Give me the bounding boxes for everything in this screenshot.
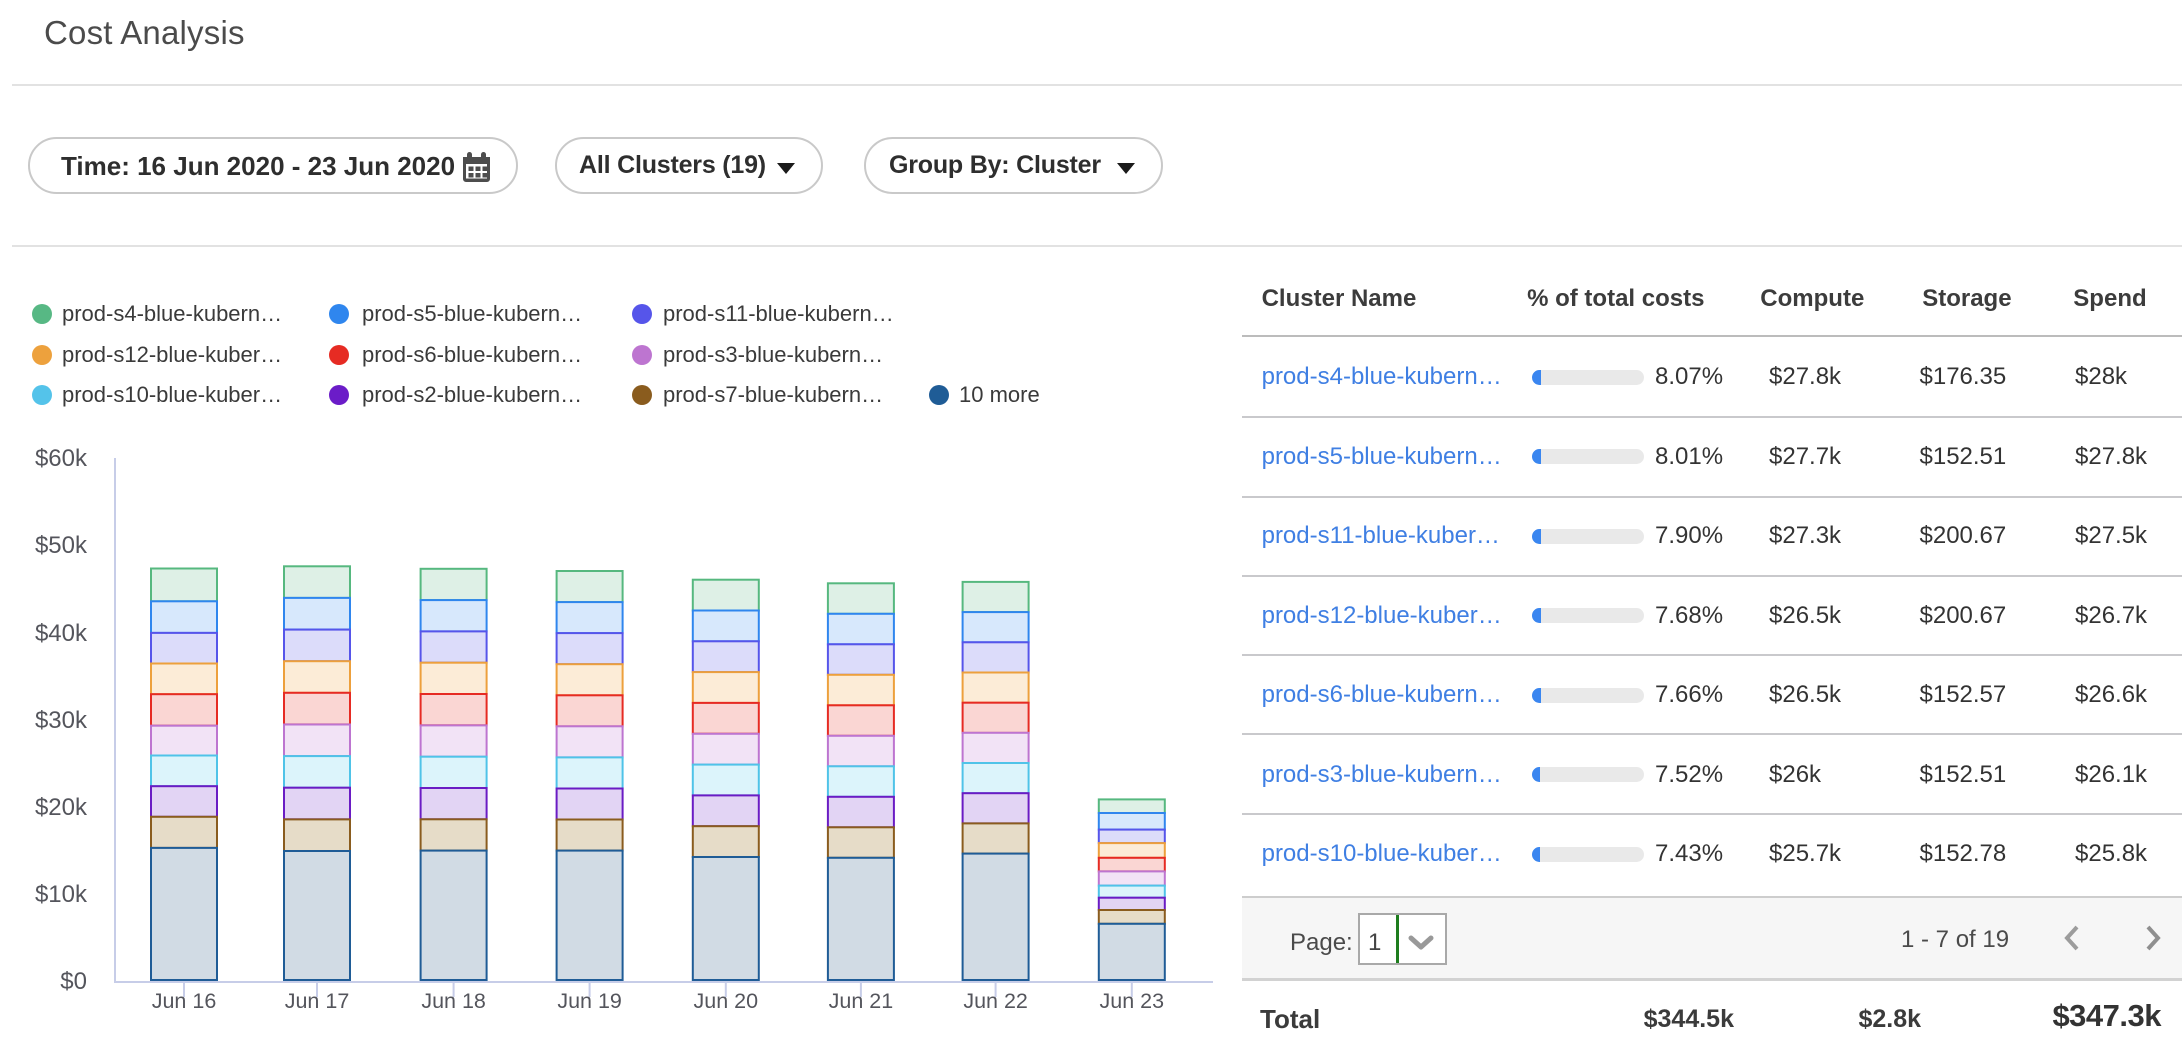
svg-text:$60k: $60k (35, 445, 88, 472)
svg-text:Jun 19: Jun 19 (557, 989, 622, 1013)
svg-text:$50k: $50k (35, 532, 88, 559)
svg-text:Jun 23: Jun 23 (1100, 989, 1165, 1013)
svg-text:Jun 18: Jun 18 (421, 989, 486, 1013)
svg-text:$0: $0 (60, 968, 87, 995)
svg-text:Jun 22: Jun 22 (963, 989, 1028, 1013)
svg-text:$30k: $30k (35, 707, 88, 734)
svg-text:Jun 20: Jun 20 (694, 989, 759, 1013)
svg-text:$20k: $20k (35, 794, 88, 821)
svg-text:$40k: $40k (35, 620, 88, 647)
svg-text:$10k: $10k (35, 881, 88, 908)
svg-text:Jun 16: Jun 16 (152, 989, 217, 1013)
svg-text:Jun 17: Jun 17 (285, 989, 350, 1013)
svg-text:Jun 21: Jun 21 (829, 989, 894, 1013)
